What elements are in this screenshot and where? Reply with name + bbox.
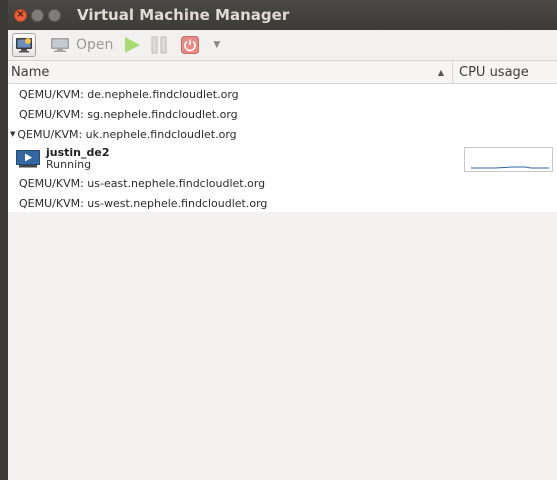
connection-label: QEMU/KVM: de.nephele.findcloudlet.org [19, 87, 239, 101]
new-vm-icon [16, 38, 32, 53]
cpu-usage-column-header[interactable]: CPU usage [453, 61, 557, 83]
open-label: Open [76, 37, 114, 53]
toolbar: Open ▼ [8, 30, 557, 60]
connection-row[interactable]: QEMU/KVM: us-east.nephele.findcloudlet.o… [8, 173, 557, 193]
connection-row[interactable]: QEMU/KVM: us-west.nephele.findcloudlet.o… [8, 193, 557, 213]
vmm-window: × Virtual Machine Manager Open ▼ Name ▲ … [8, 0, 557, 480]
connection-row-expanded[interactable]: ▼ QEMU/KVM: uk.nephele.findcloudlet.org [8, 124, 557, 144]
running-vm-icon [16, 149, 40, 167]
connection-row[interactable]: QEMU/KVM: de.nephele.findcloudlet.org [8, 84, 557, 104]
new-vm-button[interactable] [12, 33, 36, 57]
title-bar: × Virtual Machine Manager [8, 0, 557, 30]
power-icon [181, 36, 200, 54]
monitor-icon [51, 38, 69, 52]
cpu-usage-graph [464, 147, 553, 172]
close-icon: × [16, 9, 25, 20]
connection-label: QEMU/KVM: sg.nephele.findcloudlet.org [19, 107, 238, 121]
name-column-header[interactable]: Name ▲ [8, 61, 453, 83]
pause-icon [151, 36, 167, 54]
vm-status: Running [46, 157, 92, 171]
connection-label: QEMU/KVM: us-west.nephele.findcloudlet.o… [19, 196, 268, 210]
shutdown-menu-arrow-icon[interactable]: ▼ [213, 40, 220, 50]
minimize-window-button[interactable] [31, 8, 44, 22]
shutdown-button[interactable] [181, 36, 200, 54]
expander-down-icon[interactable]: ▼ [10, 130, 15, 138]
play-icon [125, 37, 141, 53]
window-title: Virtual Machine Manager [77, 6, 290, 24]
connection-label: QEMU/KVM: uk.nephele.findcloudlet.org [17, 127, 237, 141]
open-button[interactable]: Open [50, 37, 113, 53]
vm-row[interactable]: justin_de2 Running [8, 144, 557, 173]
vm-list: QEMU/KVM: de.nephele.findcloudlet.org QE… [8, 84, 557, 213]
connection-row[interactable]: QEMU/KVM: sg.nephele.findcloudlet.org [8, 104, 557, 124]
column-header: Name ▲ CPU usage [8, 60, 557, 84]
pause-button[interactable] [151, 36, 167, 54]
vm-name: justin_de2 [46, 145, 110, 159]
sort-ascending-icon: ▲ [437, 67, 444, 77]
list-empty-area [8, 212, 557, 480]
run-button[interactable] [123, 36, 141, 54]
name-column-label: Name [11, 64, 50, 80]
connection-label: QEMU/KVM: us-east.nephele.findcloudlet.o… [19, 176, 266, 190]
close-window-button[interactable]: × [14, 8, 27, 22]
maximize-window-button[interactable] [48, 8, 61, 22]
cpu-usage-column-label: CPU usage [459, 64, 529, 80]
